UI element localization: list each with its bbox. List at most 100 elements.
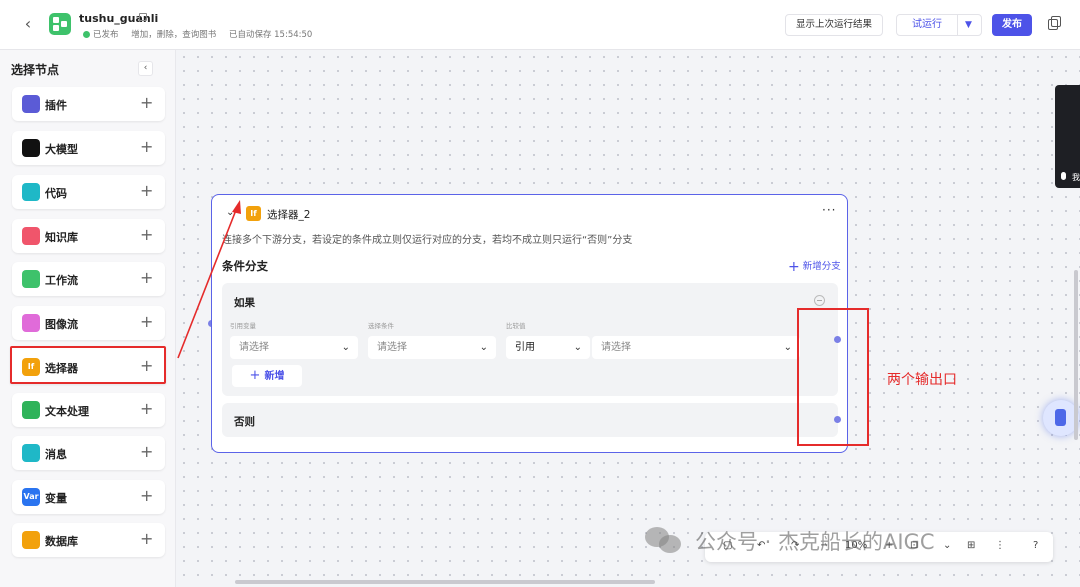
column-label-condition: 选择条件 bbox=[368, 322, 394, 330]
node-item-knowledge[interactable]: 知识库 + bbox=[12, 219, 165, 253]
add-condition-button[interactable]: + 新增 bbox=[232, 365, 302, 387]
published-check-icon bbox=[83, 31, 90, 38]
add-condition-label[interactable]: 新增 bbox=[264, 371, 284, 382]
more-tools-icon[interactable]: ⋮ bbox=[995, 540, 1005, 551]
app-meta: 已发布 增加，删除，查询图书 已自动保存 15:54:50 bbox=[83, 28, 322, 40]
plus-icon: + bbox=[249, 368, 261, 383]
plus-icon: + bbox=[788, 259, 800, 275]
node-item-label: 大模型 bbox=[45, 143, 78, 156]
column-label-compare: 比较值 bbox=[506, 322, 526, 330]
side-panel-label: 我 bbox=[1072, 173, 1080, 182]
if-branch-title: 如果 bbox=[234, 297, 255, 309]
add-node-plus-icon[interactable]: + bbox=[140, 225, 153, 245]
node-item-label: 选择器 bbox=[45, 362, 78, 375]
more-options-icon[interactable]: ··· bbox=[822, 203, 836, 217]
add-node-plus-icon[interactable]: + bbox=[140, 137, 153, 157]
back-arrow-icon[interactable]: ‹ bbox=[20, 14, 36, 34]
add-node-plus-icon[interactable]: + bbox=[140, 442, 153, 462]
watermark: 公众号 · 杰克船长的AIGC bbox=[645, 525, 935, 556]
edit-icon[interactable] bbox=[139, 13, 147, 21]
side-panel[interactable]: 我 bbox=[1055, 85, 1080, 188]
wechat-logo-icon bbox=[645, 525, 685, 555]
node-item-text[interactable]: 文本处理 + bbox=[12, 393, 165, 427]
test-run-label[interactable]: 试运行 bbox=[897, 15, 957, 35]
horizontal-scrollbar[interactable] bbox=[235, 580, 655, 584]
vertical-scrollbar[interactable] bbox=[1074, 270, 1078, 440]
else-branch-title: 否则 bbox=[234, 416, 255, 428]
microphone-icon bbox=[1061, 172, 1066, 180]
chevron-down-icon: ⌄ bbox=[479, 342, 488, 353]
node-item-message[interactable]: 消息 + bbox=[12, 436, 165, 470]
add-node-plus-icon[interactable]: + bbox=[140, 486, 153, 506]
publish-button[interactable]: 发布 bbox=[992, 14, 1032, 36]
divider bbox=[957, 15, 958, 35]
autosave-status: 已自动保存 15:54:50 bbox=[228, 30, 313, 40]
variable-select[interactable]: 请选择 ⌄ bbox=[230, 336, 358, 359]
node-item-label: 图像流 bbox=[45, 318, 78, 331]
if-branch: 如果 引用变量 选择条件 比较值 请选择 ⌄ 请选择 ⌄ 引用 ⌄ 请选择 ⌄ + 新增 bbox=[222, 283, 838, 396]
collapse-chevron-icon[interactable]: ⌄ bbox=[226, 207, 234, 218]
watermark-text: 公众号 · 杰克船长的AIGC bbox=[695, 530, 935, 554]
message-icon bbox=[22, 444, 40, 462]
node-item-label: 代码 bbox=[45, 187, 67, 200]
chevron-down-icon[interactable]: ⌄ bbox=[943, 540, 951, 551]
column-label-variable: 引用变量 bbox=[230, 322, 256, 330]
node-item-workflow[interactable]: 工作流 + bbox=[12, 262, 165, 296]
help-icon[interactable]: ? bbox=[1033, 540, 1038, 551]
add-node-plus-icon[interactable]: + bbox=[140, 312, 153, 332]
code-icon bbox=[22, 183, 40, 201]
node-item-label: 工作流 bbox=[45, 274, 78, 287]
variable-select-value: 请选择 bbox=[239, 342, 269, 353]
node-item-llm[interactable]: 大模型 + bbox=[12, 131, 165, 165]
node-item-label: 知识库 bbox=[45, 231, 78, 244]
image-flow-icon bbox=[22, 314, 40, 332]
node-item-image-flow[interactable]: 图像流 + bbox=[12, 306, 165, 340]
collapse-sidebar-icon[interactable]: ‹ bbox=[138, 61, 153, 76]
chevron-down-icon: ⌄ bbox=[573, 342, 582, 353]
compare-value-select[interactable]: 请选择 ⌄ bbox=[592, 336, 800, 359]
selector-node-card[interactable]: ⌄ If 选择器_2 ··· 连接多个下游分支，若设定的条件成立则仅运行对应的分… bbox=[211, 194, 848, 453]
else-branch: 否则 bbox=[222, 403, 838, 437]
test-run-button[interactable]: 试运行 ▼ bbox=[896, 14, 982, 36]
node-item-label: 消息 bbox=[45, 448, 67, 461]
text-icon bbox=[22, 401, 40, 419]
condition-select-value: 请选择 bbox=[377, 342, 407, 353]
add-node-plus-icon[interactable]: + bbox=[140, 529, 153, 549]
add-branch-label[interactable]: 新增分支 bbox=[803, 261, 841, 272]
condition-select[interactable]: 请选择 ⌄ bbox=[368, 336, 496, 359]
llm-icon bbox=[22, 139, 40, 157]
compare-value-value: 请选择 bbox=[601, 342, 631, 353]
chevron-down-icon: ⌄ bbox=[783, 342, 792, 353]
add-node-plus-icon[interactable]: + bbox=[140, 399, 153, 419]
plugin-icon bbox=[22, 95, 40, 113]
section-title: 条件分支 bbox=[222, 259, 268, 273]
layout-icon[interactable]: ⊞ bbox=[967, 540, 975, 551]
node-item-label: 插件 bbox=[45, 99, 67, 112]
remove-branch-icon[interactable] bbox=[814, 295, 825, 306]
add-node-plus-icon[interactable]: + bbox=[140, 268, 153, 288]
if-icon: If bbox=[22, 358, 40, 376]
node-item-plugin[interactable]: 插件 + bbox=[12, 87, 165, 121]
node-item-label: 变量 bbox=[45, 492, 67, 505]
node-item-database[interactable]: 数据库 + bbox=[12, 523, 165, 557]
node-item-if[interactable]: If 选择器 + bbox=[10, 346, 166, 384]
node-item-variable[interactable]: Var 变量 + bbox=[12, 480, 165, 514]
copy-icon[interactable] bbox=[1048, 16, 1061, 30]
variable-icon: Var bbox=[22, 488, 40, 506]
show-last-run-button[interactable]: 显示上次运行结果 bbox=[785, 14, 883, 36]
chevron-down-icon[interactable]: ▼ bbox=[965, 17, 972, 33]
compare-type-value: 引用 bbox=[515, 342, 535, 353]
if-icon: If bbox=[246, 206, 261, 221]
node-title[interactable]: 选择器_2 bbox=[267, 207, 310, 222]
sidebar-title: 选择节点 bbox=[11, 63, 60, 77]
knowledge-icon bbox=[22, 227, 40, 245]
top-bar: ‹ tushu_guanli 已发布 增加，删除，查询图书 已自动保存 15:5… bbox=[0, 0, 1080, 50]
add-node-plus-icon[interactable]: + bbox=[140, 93, 153, 113]
node-item-code[interactable]: 代码 + bbox=[12, 175, 165, 209]
add-branch-button[interactable]: + 新增分支 bbox=[788, 258, 841, 275]
output-ports-highlight bbox=[797, 308, 869, 446]
add-node-plus-icon[interactable]: + bbox=[140, 181, 153, 201]
annotation-label: 两个输出口 bbox=[887, 372, 957, 388]
add-node-plus-icon[interactable]: + bbox=[140, 356, 153, 376]
compare-type-select[interactable]: 引用 ⌄ bbox=[506, 336, 590, 359]
